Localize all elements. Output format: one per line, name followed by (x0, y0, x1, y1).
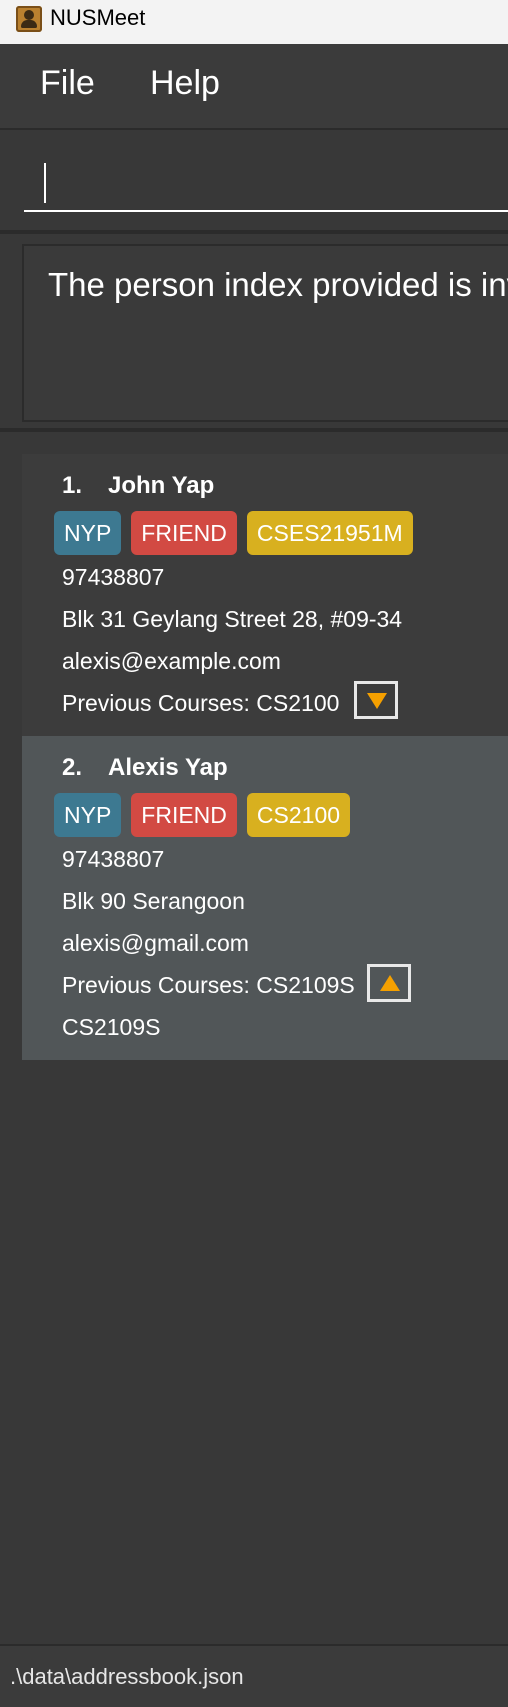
tag-list: NYP FRIEND CSES21951M (54, 511, 413, 555)
collapse-courses-button[interactable] (367, 964, 411, 1002)
person-name: John Yap (108, 472, 215, 499)
person-name: Alexis Yap (108, 754, 228, 781)
result-display: The person index provided is invalid (22, 244, 508, 422)
triangle-down-icon (367, 693, 387, 709)
person-index: 2. (62, 754, 83, 781)
command-input[interactable] (24, 150, 508, 212)
person-card-selected[interactable]: 2. Alexis Yap NYP FRIEND CS2100 97438807 … (22, 736, 508, 1060)
person-header: 2. Alexis Yap (62, 754, 228, 782)
list-divider (0, 428, 508, 432)
person-address: Blk 90 Serangoon (62, 888, 245, 914)
status-bar: .\data\addressbook.json (0, 1644, 508, 1707)
text-caret (44, 163, 46, 203)
menu-file[interactable]: File (40, 64, 95, 103)
result-message: The person index provided is invalid (48, 266, 508, 303)
tag-course: CS2100 (246, 793, 351, 837)
person-email: alexis@example.com (62, 648, 281, 674)
title-bar: NUSMeet (0, 0, 508, 45)
address-book-icon (16, 6, 42, 32)
tag-course: CSES21951M (246, 511, 413, 555)
person-phone: 97438807 (62, 846, 165, 872)
window-title: NUSMeet (50, 5, 146, 30)
menu-help[interactable]: Help (150, 64, 220, 103)
previous-courses: Previous Courses: CS2109S (62, 972, 355, 998)
person-phone: 97438807 (62, 564, 165, 590)
person-index: 1. (62, 472, 83, 499)
tag-friend: FRIEND (131, 511, 237, 555)
previous-course-item: CS2109S (62, 1014, 161, 1040)
person-card[interactable]: 1. John Yap NYP FRIEND CSES21951M 9743880… (22, 454, 508, 736)
tag-friend: FRIEND (131, 793, 237, 837)
tag-list: NYP FRIEND CS2100 (54, 793, 351, 837)
triangle-up-icon (380, 975, 400, 991)
previous-courses: Previous Courses: CS2100 (62, 690, 340, 716)
save-location: .\data\addressbook.json (10, 1664, 244, 1689)
person-header: 1. John Yap (62, 472, 214, 500)
tag-nyp: NYP (54, 511, 122, 555)
person-email: alexis@gmail.com (62, 930, 249, 956)
expand-courses-button[interactable] (354, 681, 398, 719)
person-address: Blk 31 Geylang Street 28, #09-34 (62, 606, 403, 632)
menu-bar: File Help (0, 44, 508, 130)
command-box (0, 130, 508, 234)
tag-nyp: NYP (54, 793, 122, 837)
